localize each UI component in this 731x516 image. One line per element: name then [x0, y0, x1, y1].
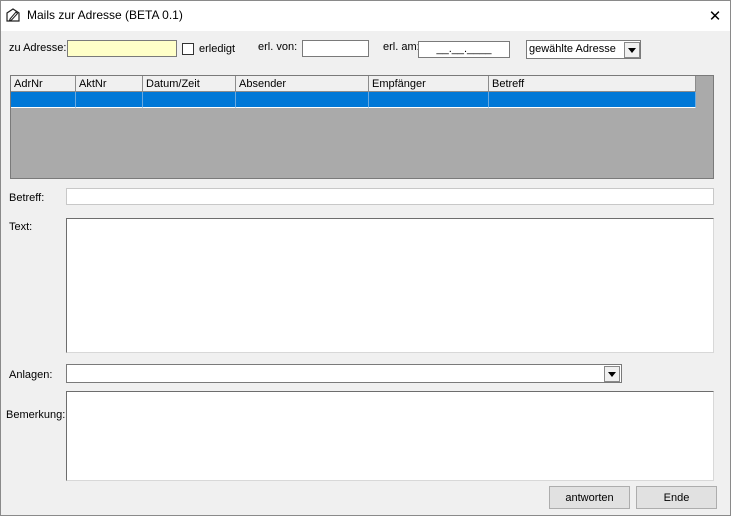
- bemerkung-area[interactable]: [66, 391, 714, 481]
- cell-adrnr[interactable]: [11, 92, 76, 108]
- column-header-aktnr[interactable]: AktNr: [76, 76, 143, 92]
- cell-aktnr[interactable]: [76, 92, 143, 108]
- erl-von-label: erl. von:: [258, 41, 298, 53]
- text-label: Text:: [9, 221, 33, 233]
- betreff-field[interactable]: [66, 188, 714, 205]
- mail-list-grid[interactable]: AdrNr AktNr Datum/Zeit Absender Empfänge…: [10, 75, 714, 179]
- erledigt-label: erledigt: [199, 43, 236, 55]
- cell-datum-zeit[interactable]: [143, 92, 236, 108]
- column-header-datum-zeit[interactable]: Datum/Zeit: [143, 76, 236, 92]
- betreff-label: Betreff:: [9, 192, 45, 204]
- erledigt-checkbox[interactable]: [182, 43, 194, 55]
- anlagen-label: Anlagen:: [9, 369, 53, 381]
- title-bar: Mails zur Adresse (BETA 0.1) ✕: [1, 1, 730, 31]
- anlagen-select[interactable]: [66, 364, 622, 383]
- column-header-empfaenger[interactable]: Empfänger: [369, 76, 489, 92]
- erl-von-input[interactable]: [302, 40, 369, 57]
- close-icon: ✕: [708, 8, 722, 25]
- cell-betreff[interactable]: [489, 92, 696, 108]
- bemerkung-label: Bemerkung:: [6, 409, 66, 421]
- grid-header: AdrNr AktNr Datum/Zeit Absender Empfänge…: [11, 76, 696, 92]
- window-title: Mails zur Adresse (BETA 0.1): [27, 8, 183, 22]
- column-header-betreff[interactable]: Betreff: [489, 76, 696, 92]
- chevron-down-icon: [628, 47, 636, 53]
- column-header-adrnr[interactable]: AdrNr: [11, 76, 76, 92]
- mail-dialog-window: Mails zur Adresse (BETA 0.1) ✕ zu Adress…: [0, 0, 731, 516]
- pen-icon: [6, 8, 20, 22]
- zu-adresse-input[interactable]: [67, 40, 177, 57]
- erl-am-label: erl. am:: [383, 41, 420, 53]
- chevron-down-icon: [608, 371, 616, 377]
- cell-absender[interactable]: [236, 92, 369, 108]
- close-button[interactable]: ✕: [700, 1, 730, 31]
- scope-select-value: gewählte Adresse: [529, 43, 616, 55]
- erl-am-date-input[interactable]: __.__.____: [418, 41, 510, 58]
- ende-button[interactable]: Ende: [636, 486, 717, 509]
- column-header-absender[interactable]: Absender: [236, 76, 369, 92]
- cell-empfaenger[interactable]: [369, 92, 489, 108]
- text-area[interactable]: [66, 218, 714, 353]
- zu-adresse-label: zu Adresse:: [9, 42, 67, 54]
- antworten-button[interactable]: antworten: [549, 486, 630, 509]
- table-row-selected[interactable]: [11, 92, 696, 108]
- scope-dropdown-button[interactable]: [624, 42, 640, 58]
- anlagen-dropdown-button[interactable]: [604, 366, 620, 382]
